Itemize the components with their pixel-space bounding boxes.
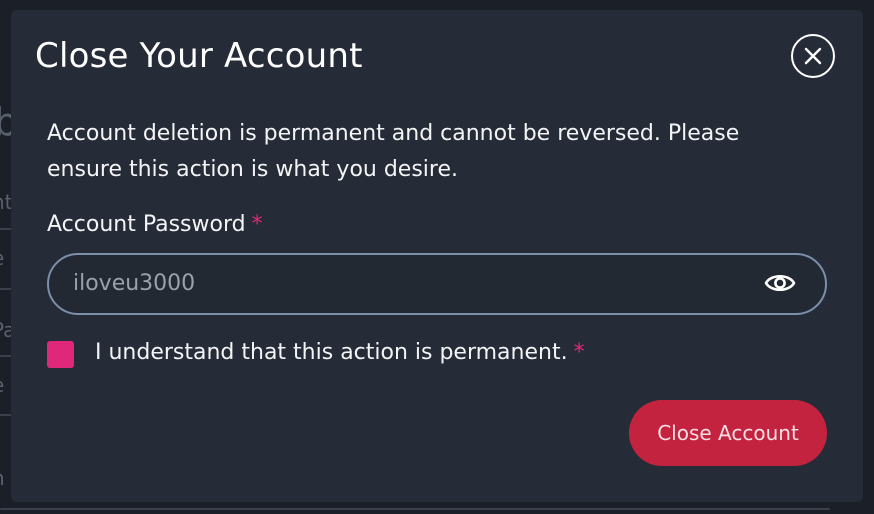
required-marker: * — [251, 212, 263, 237]
background-divider — [0, 508, 830, 510]
password-label-text: Account Password — [47, 212, 246, 237]
required-marker: * — [573, 340, 585, 365]
checkbox-label-text: I understand that this action is permane… — [95, 340, 568, 365]
background-text-fragment: e — [0, 246, 4, 270]
toggle-password-visibility-button[interactable] — [763, 268, 797, 298]
password-field-label: Account Password * — [47, 212, 263, 237]
background-text-fragment: e — [0, 373, 4, 397]
close-account-modal: Close Your Account Account deletion is p… — [11, 10, 863, 502]
close-account-button[interactable]: Close Account — [629, 400, 827, 466]
modal-description: Account deletion is permanent and cannot… — [47, 121, 740, 182]
modal-title: Close Your Account — [35, 36, 363, 76]
password-field — [47, 253, 827, 315]
confirm-checkbox-label: I understand that this action is permane… — [95, 340, 585, 365]
eye-icon — [764, 274, 796, 292]
password-input[interactable] — [73, 255, 733, 312]
close-modal-button[interactable] — [791, 34, 835, 78]
background-text-fragment: n — [0, 466, 5, 490]
confirm-checkbox[interactable] — [47, 341, 74, 368]
close-icon — [804, 47, 822, 65]
